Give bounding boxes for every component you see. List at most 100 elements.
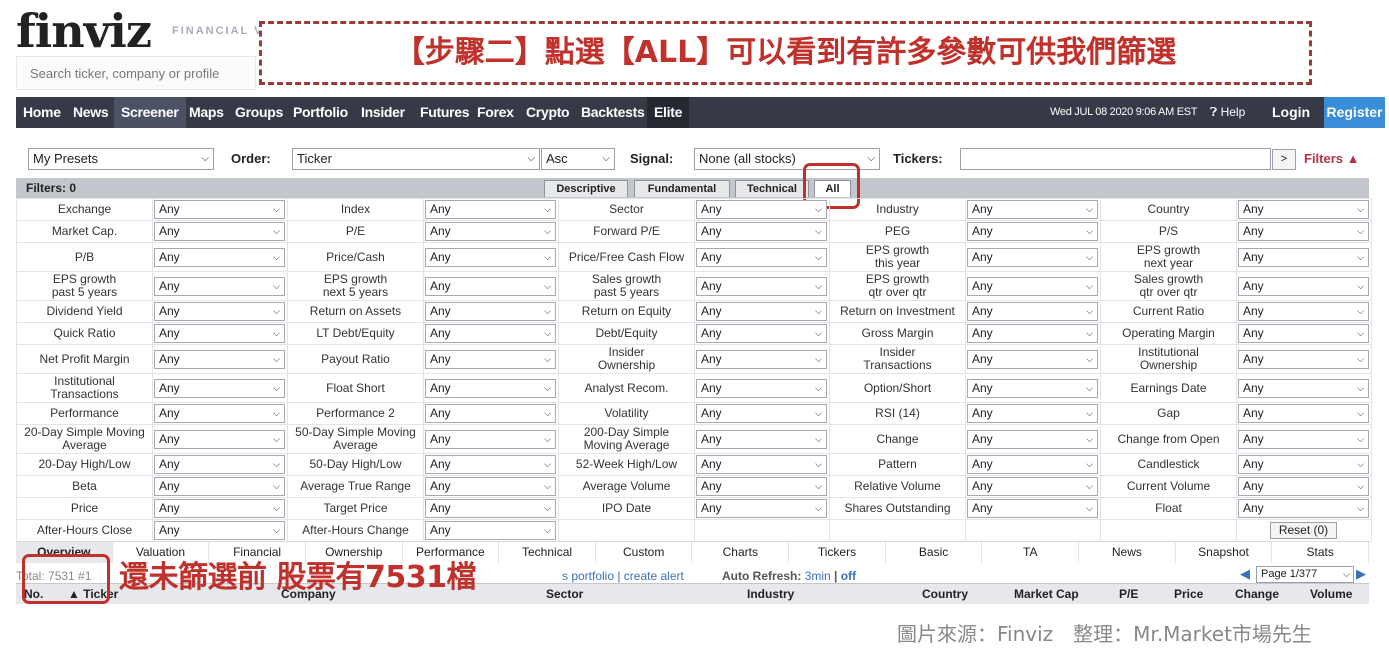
filter-select[interactable]: Any ⌵	[1238, 349, 1369, 369]
filter-select[interactable]: Any ⌵	[967, 404, 1098, 423]
filter-select[interactable]: Any ⌵	[696, 349, 827, 369]
col-sector[interactable]: Sector	[546, 587, 583, 601]
filter-select[interactable]: Any ⌵	[425, 200, 556, 219]
tab-fundamental[interactable]: Fundamental	[634, 180, 730, 197]
filter-select[interactable]: Any ⌵	[696, 276, 827, 296]
tab-technical[interactable]: Technical	[735, 180, 809, 197]
filter-select[interactable]: Any ⌵	[696, 302, 827, 321]
presets-select[interactable]: My Presets ⌵	[28, 148, 214, 170]
nav-login[interactable]: Login	[1272, 97, 1310, 128]
nav-news[interactable]: News	[66, 97, 115, 128]
filter-select[interactable]: Any ⌵	[154, 404, 285, 423]
filter-select[interactable]: Any ⌵	[154, 477, 285, 496]
nav-register[interactable]: Register	[1324, 97, 1385, 128]
reset-button[interactable]: Reset (0)	[1269, 522, 1338, 539]
nav-crypto[interactable]: Crypto	[519, 97, 576, 128]
filter-select[interactable]: Any ⌵	[967, 477, 1098, 496]
filter-select[interactable]: Any ⌵	[425, 455, 556, 474]
view-tab-snapshot[interactable]: Snapshot	[1176, 542, 1273, 563]
filter-select[interactable]: Any ⌵	[154, 429, 285, 449]
filter-select[interactable]: Any ⌵	[154, 276, 285, 296]
nav-futures[interactable]: Futures	[413, 97, 476, 128]
nav-forex[interactable]: Forex	[470, 97, 521, 128]
view-tab-technical[interactable]: Technical	[499, 542, 596, 563]
filter-select[interactable]: Any ⌵	[425, 429, 556, 449]
filter-select[interactable]: Any ⌵	[696, 247, 827, 267]
filters-toggle[interactable]: Filters ▲	[1304, 151, 1360, 166]
view-tab-basic[interactable]: Basic	[886, 542, 983, 563]
filter-select[interactable]: Any ⌵	[696, 200, 827, 219]
filter-select[interactable]: Any ⌵	[967, 499, 1098, 518]
filter-select[interactable]: Any ⌵	[1238, 499, 1369, 518]
col-market-cap[interactable]: Market Cap	[1014, 587, 1079, 601]
filter-select[interactable]: Any ⌵	[967, 378, 1098, 398]
filter-select[interactable]: Any ⌵	[696, 324, 827, 343]
order-select[interactable]: Ticker ⌵	[292, 148, 540, 170]
next-page-icon[interactable]: ▶	[1356, 566, 1366, 582]
filter-select[interactable]: Any ⌵	[154, 324, 285, 343]
filter-select[interactable]: Any ⌵	[696, 477, 827, 496]
filter-select[interactable]: Any ⌵	[425, 247, 556, 267]
filter-select[interactable]: Any ⌵	[1238, 324, 1369, 343]
portfolio-alert-links[interactable]: s portfolio | create alert	[562, 569, 684, 583]
refresh-3min-link[interactable]: 3min	[805, 569, 831, 583]
filter-select[interactable]: Any ⌵	[696, 429, 827, 449]
nav-home[interactable]: Home	[16, 97, 68, 128]
filter-select[interactable]: Any ⌵	[1238, 429, 1369, 449]
filter-select[interactable]: Any ⌵	[425, 324, 556, 343]
filter-select[interactable]: Any ⌵	[696, 222, 827, 241]
filter-select[interactable]: Any ⌵	[425, 378, 556, 398]
filter-select[interactable]: Any ⌵	[696, 378, 827, 398]
view-tab-custom[interactable]: Custom	[596, 542, 693, 563]
finviz-logo[interactable]: finviz	[16, 4, 152, 58]
filter-select[interactable]: Any ⌵	[967, 324, 1098, 343]
filter-select[interactable]: Any ⌵	[154, 499, 285, 518]
filter-select[interactable]: Any ⌵	[425, 222, 556, 241]
filter-select[interactable]: Any ⌵	[967, 349, 1098, 369]
filter-select[interactable]: Any ⌵	[425, 404, 556, 423]
col-pe[interactable]: P/E	[1119, 587, 1138, 601]
filter-select[interactable]: Any ⌵	[425, 349, 556, 369]
col-country[interactable]: Country	[922, 587, 968, 601]
col-volume[interactable]: Volume	[1310, 587, 1352, 601]
filter-select[interactable]: Any ⌵	[1238, 404, 1369, 423]
tab-descriptive[interactable]: Descriptive	[544, 180, 628, 197]
filter-select[interactable]: Any ⌵	[967, 222, 1098, 241]
filter-select[interactable]: Any ⌵	[967, 276, 1098, 296]
view-tab-stats[interactable]: Stats	[1272, 542, 1369, 563]
filter-select[interactable]: Any ⌵	[1238, 247, 1369, 267]
filter-select[interactable]: Any ⌵	[696, 404, 827, 423]
direction-select[interactable]: Asc ⌵	[541, 148, 615, 170]
prev-page-icon[interactable]: ◀	[1240, 566, 1250, 582]
col-industry[interactable]: Industry	[747, 587, 794, 601]
filter-select[interactable]: Any ⌵	[1238, 276, 1369, 296]
filter-select[interactable]: Any ⌵	[1238, 378, 1369, 398]
nav-screener[interactable]: Screener	[114, 97, 186, 128]
filter-select[interactable]: Any ⌵	[967, 429, 1098, 449]
nav-groups[interactable]: Groups	[228, 97, 290, 128]
nav-help[interactable]: ❓︎ Help	[1210, 97, 1245, 128]
filter-select[interactable]: Any ⌵	[967, 200, 1098, 219]
filter-select[interactable]: Any ⌵	[154, 222, 285, 241]
filter-select[interactable]: Any ⌵	[1238, 200, 1369, 219]
filter-select[interactable]: Any ⌵	[1238, 222, 1369, 241]
col-price[interactable]: Price	[1174, 587, 1203, 601]
filter-select[interactable]: Any ⌵	[154, 455, 285, 474]
filter-select[interactable]: Any ⌵	[154, 378, 285, 398]
filter-select[interactable]: Any ⌵	[425, 477, 556, 496]
filter-select[interactable]: Any ⌵	[154, 247, 285, 267]
filter-select[interactable]: Any ⌵	[425, 302, 556, 321]
search-input[interactable]: Search ticker, company or profile	[16, 56, 256, 90]
nav-portfolio[interactable]: Portfolio	[286, 97, 355, 128]
filter-select[interactable]: Any ⌵	[425, 521, 556, 540]
view-tab-ta[interactable]: TA	[982, 542, 1080, 563]
filter-select[interactable]: Any ⌵	[154, 200, 285, 219]
filter-select[interactable]: Any ⌵	[154, 521, 285, 540]
filter-select[interactable]: Any ⌵	[425, 276, 556, 296]
view-tab-charts[interactable]: Charts	[693, 542, 790, 563]
tickers-input[interactable]	[960, 148, 1271, 170]
filter-select[interactable]: Any ⌵	[1238, 477, 1369, 496]
col-change[interactable]: Change	[1235, 587, 1279, 601]
filter-select[interactable]: Any ⌵	[154, 349, 285, 369]
nav-elite[interactable]: Elite	[647, 97, 690, 128]
